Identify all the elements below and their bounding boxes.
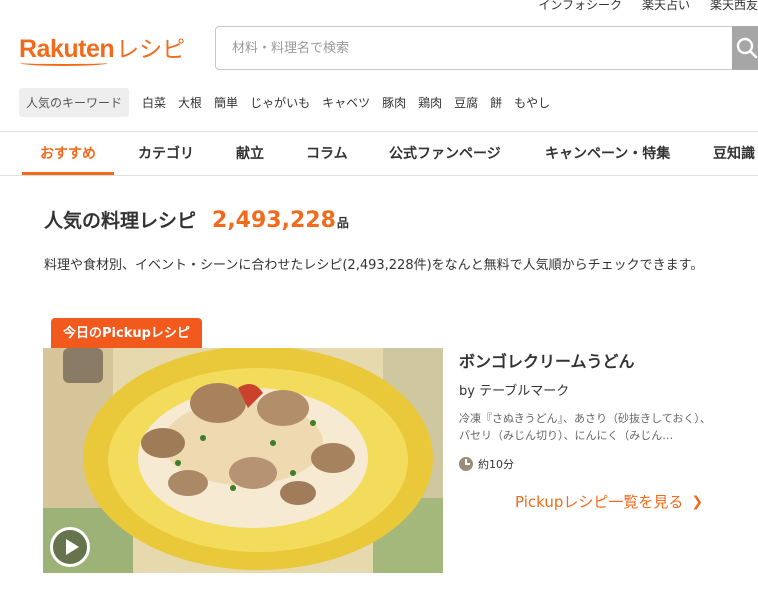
tab-campaign[interactable]: キャンペーン・特集	[545, 143, 670, 163]
search-box	[215, 26, 758, 70]
page-description: 料理や食材別、イベント・シーンに合わせたレシピ(2,493,228件)をなんと無…	[44, 258, 704, 273]
recipe-count: 2,493,228	[212, 208, 336, 233]
pickup-list-link[interactable]: Pickupレシピ一覧を見る ❯	[515, 491, 703, 512]
recipe-photo[interactable]	[43, 348, 443, 573]
keyword-link[interactable]: 豚肉	[382, 94, 406, 111]
tab-recommended[interactable]: おすすめ	[40, 143, 96, 163]
play-video-button[interactable]	[50, 527, 90, 567]
keyword-link[interactable]: じゃがいも	[250, 94, 310, 111]
recipe-title[interactable]: ボンゴレクリームうどん	[459, 348, 635, 372]
keyword-link[interactable]: 白菜	[142, 94, 166, 111]
active-tab-indicator	[22, 172, 114, 175]
keyword-link[interactable]: 鶏肉	[418, 94, 442, 111]
recipe-author[interactable]: by テーブルマーク	[459, 380, 569, 399]
search-input[interactable]	[216, 27, 726, 69]
pickup-badge: 今日のPickupレシピ	[51, 318, 202, 349]
site-logo[interactable]: Rakuten レシピ	[19, 30, 185, 64]
keyword-link[interactable]: 簡単	[214, 94, 238, 111]
keyword-link[interactable]: キャベツ	[322, 94, 370, 111]
pickup-list-link-label: Pickupレシピ一覧を見る	[515, 493, 684, 511]
keyword-link[interactable]: 餅	[490, 94, 502, 111]
recipe-time-label: 約10分	[478, 458, 514, 471]
clock-icon	[459, 457, 473, 471]
page-heading: 人気の料理レシピ 2,493,228 品	[44, 206, 349, 233]
top-link-infoseek[interactable]: インフォシーク	[538, 0, 622, 14]
chevron-right-icon: ❯	[691, 493, 704, 510]
main-nav: おすすめ カテゴリ 献立 コラム 公式ファンページ キャンペーン・特集 豆知識	[0, 131, 758, 176]
recipe-ingredients: 冷凍『さぬきうどん』、あさり（砂抜きしておく）、パセリ（みじん切り）、にんにく（…	[459, 412, 711, 442]
popular-keywords: 人気のキーワード 白菜 大根 簡単 じゃがいも キャベツ 豚肉 鶏肉 豆腐 餅 …	[19, 88, 562, 117]
tab-column[interactable]: コラム	[306, 143, 348, 163]
keyword-link[interactable]: 豆腐	[454, 94, 478, 111]
top-links: インフォシーク 楽天占い 楽天西友	[538, 0, 758, 14]
top-link-uranai[interactable]: 楽天占い	[642, 0, 690, 14]
recipe-time: 約10分	[459, 456, 514, 472]
page-title: 人気の料理レシピ	[44, 210, 197, 232]
tab-menu[interactable]: 献立	[236, 143, 264, 163]
keywords-label: 人気のキーワード	[19, 88, 130, 117]
tab-tips[interactable]: 豆知識	[713, 143, 755, 163]
tab-category[interactable]: カテゴリ	[138, 143, 194, 163]
top-link-seiyu[interactable]: 楽天西友	[710, 0, 758, 14]
search-icon	[736, 37, 758, 59]
logo-product: レシピ	[116, 37, 186, 63]
tab-official-fanpage[interactable]: 公式ファンページ	[389, 143, 501, 163]
search-button[interactable]	[732, 26, 758, 70]
recipe-count-unit: 品	[336, 216, 349, 230]
keyword-link[interactable]: 大根	[178, 94, 202, 111]
keyword-link[interactable]: もやし	[514, 94, 550, 111]
logo-swoosh	[20, 60, 108, 66]
recipe-photo-image	[43, 348, 443, 573]
